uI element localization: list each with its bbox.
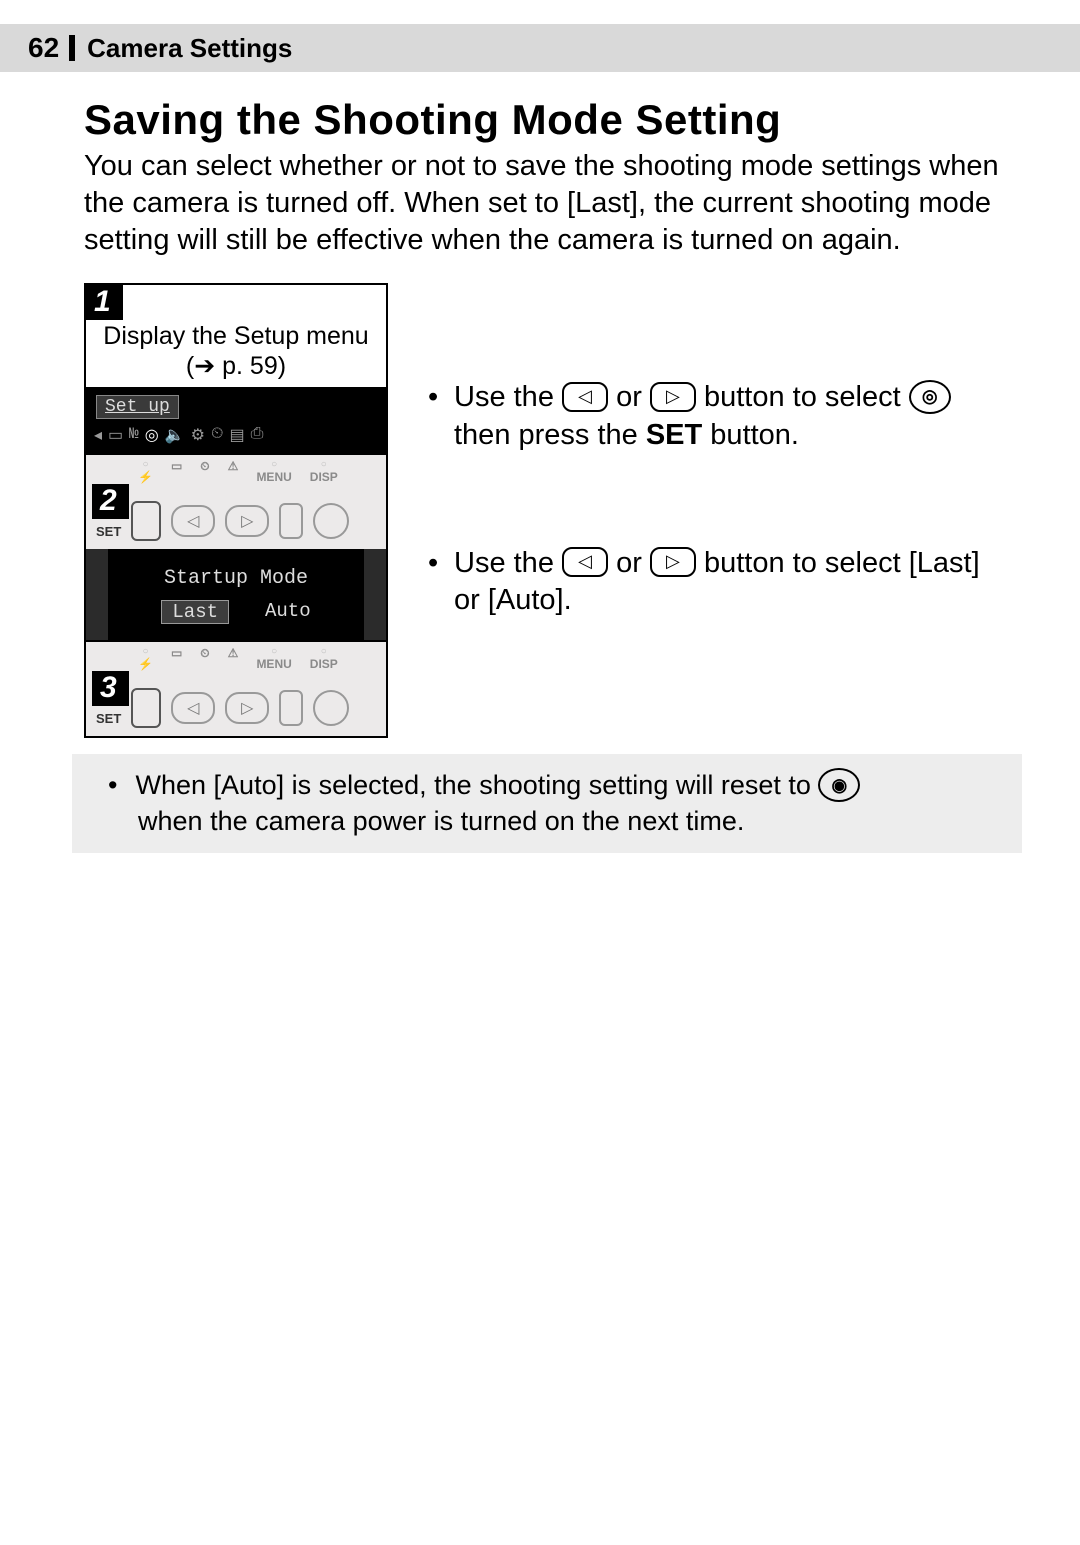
warn-icon: ⚠ <box>228 459 239 484</box>
step1-text-a: Display the Setup menu <box>96 322 376 351</box>
flash-icon: ⚡ <box>138 646 153 671</box>
gear-icon: ⚙ <box>191 425 205 445</box>
printer-icon: ⎙ <box>251 425 264 445</box>
steps-column: 1 Display the Setup menu (➔ p. 59) Set u… <box>84 283 388 738</box>
camera-ring-icon: ◎ <box>909 380 951 414</box>
timer-icon: ⏲ <box>200 646 209 671</box>
b1-a: Use the <box>454 381 562 413</box>
step-number-1: 1 <box>86 285 123 320</box>
disp-label: DISP <box>310 459 338 484</box>
startup-mode-screen: Startup Mode Last Auto <box>86 549 386 640</box>
right-arrow-icon: ▷ <box>650 547 696 577</box>
b2-b: or <box>616 547 650 579</box>
setup-screen: Set up ◂ ▭ № ◎ 🔈 ⚙ ⏲ ▤ ⎙ <box>86 387 386 453</box>
right-arrow-icon: ▷ <box>650 382 696 412</box>
left-button[interactable]: ◁ <box>171 692 215 724</box>
right-button[interactable]: ▷ <box>225 692 269 724</box>
camera-icon: ◎ <box>145 425 159 445</box>
warn-icon: ⚠ <box>228 646 239 671</box>
page-number: 62 <box>28 32 59 64</box>
option-last[interactable]: Last <box>161 600 229 624</box>
step-2: ⚡ ▭ ⏲ ⚠ MENU DISP 2 SET ◁ ▷ <box>86 455 386 642</box>
b2-a: Use the <box>454 547 562 579</box>
disp-label: DISP <box>310 646 338 671</box>
set-label: SET <box>96 711 121 726</box>
section-label: Camera Settings <box>87 33 292 64</box>
set-button[interactable] <box>131 501 161 541</box>
note-box: • When [Auto] is selected, the shooting … <box>72 754 1022 853</box>
timer-icon: ⏲ <box>211 425 223 445</box>
instruction-bullets: • Use the ◁ or ▷ button to select ◎ then… <box>428 283 1010 738</box>
bullet-dot: • <box>428 379 454 454</box>
speaker-icon: 🔈 <box>165 425 185 445</box>
startup-title: Startup Mode <box>86 567 386 590</box>
disp-button[interactable] <box>313 503 349 539</box>
setup-icon-row: ◂ ▭ № ◎ 🔈 ⚙ ⏲ ▤ ⎙ <box>86 419 386 445</box>
left-arrow-icon: ◁ <box>562 382 608 412</box>
nav-left-icon: ◂ <box>94 425 102 445</box>
menu-button[interactable] <box>279 690 303 726</box>
step-1: 1 Display the Setup menu (➔ p. 59) Set u… <box>86 285 386 455</box>
step-number-3: 3 <box>92 671 129 706</box>
menu-button[interactable] <box>279 503 303 539</box>
note-a: When [Auto] is selected, the shooting se… <box>136 770 819 800</box>
option-auto[interactable]: Auto <box>265 600 311 624</box>
b1-c: button to select <box>704 381 909 413</box>
set-label: SET <box>96 524 121 539</box>
lcd-icon: ▭ <box>171 459 182 484</box>
timer-icon: ⏲ <box>200 459 209 484</box>
b1-d: then press the <box>454 419 646 451</box>
disp-button[interactable] <box>313 690 349 726</box>
camera-icon: ◉ <box>818 768 860 802</box>
step-number-2: 2 <box>92 484 129 519</box>
left-button[interactable]: ◁ <box>171 505 215 537</box>
misc-icon: ▤ <box>229 425 244 445</box>
setup-tab: Set up <box>96 395 179 419</box>
menu-label: MENU <box>256 646 291 671</box>
step1-text-b: (➔ p. 59) <box>96 351 376 381</box>
page-title: Saving the Shooting Mode Setting <box>84 96 1010 144</box>
b1-e: button. <box>702 419 799 451</box>
set-button[interactable] <box>131 688 161 728</box>
bullet-dot: • <box>428 545 454 620</box>
step-3: ⚡ ▭ ⏲ ⚠ MENU DISP 3 SET ◁ ▷ <box>86 642 386 738</box>
flash-icon: ⚡ <box>138 459 153 484</box>
header-divider <box>69 35 75 61</box>
bullet-dot: • <box>108 768 128 803</box>
menu-label: MENU <box>256 459 291 484</box>
page-header: 62 Camera Settings <box>0 24 1080 72</box>
note-b: when the camera power is turned on the n… <box>131 806 745 836</box>
lcd-icon: ▭ <box>171 646 182 671</box>
lcd-icon: ▭ <box>108 425 123 445</box>
intro-paragraph: You can select whether or not to save th… <box>84 148 1010 259</box>
set-label-inline: SET <box>646 419 702 451</box>
bullet-1: • Use the ◁ or ▷ button to select ◎ then… <box>428 379 1010 454</box>
left-arrow-icon: ◁ <box>562 547 608 577</box>
right-button[interactable]: ▷ <box>225 505 269 537</box>
b1-b: or <box>616 381 650 413</box>
num-icon: № <box>129 425 139 445</box>
bullet-2: • Use the ◁ or ▷ button to select [Last]… <box>428 545 1010 620</box>
